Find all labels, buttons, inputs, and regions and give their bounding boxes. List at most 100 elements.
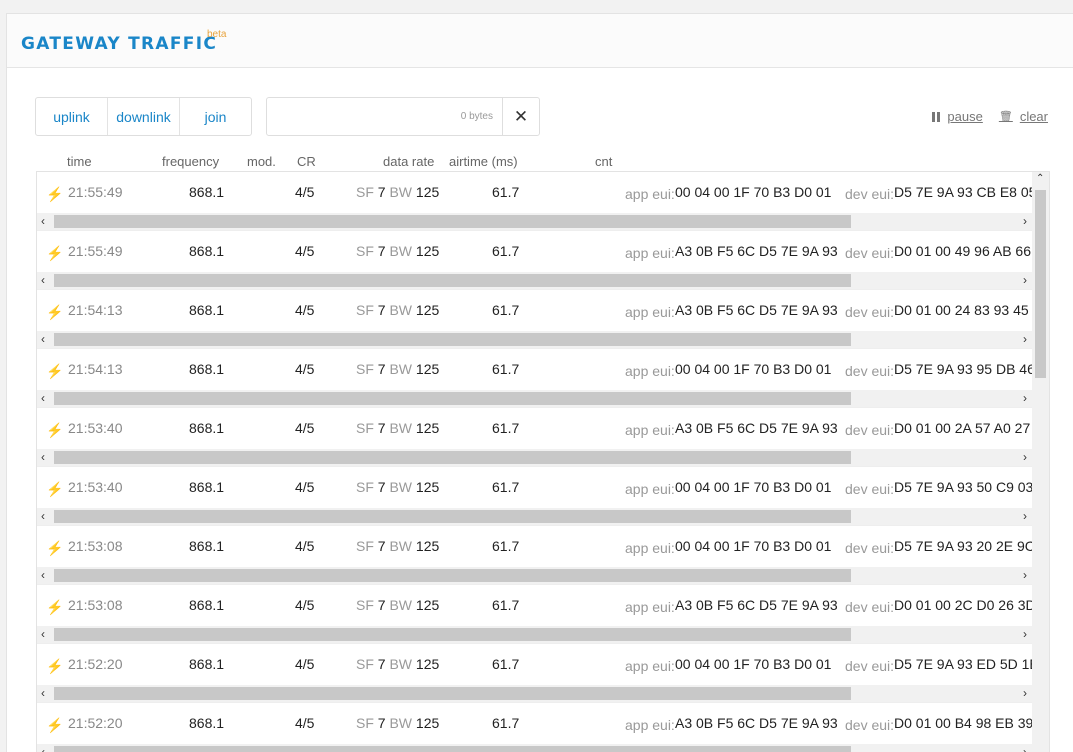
scroll-left-icon[interactable]: ‹ [41, 745, 45, 752]
scroll-left-icon[interactable]: ‹ [41, 391, 45, 405]
sf-value: 7 [377, 420, 386, 436]
horizontal-scroll-thumb[interactable] [54, 274, 851, 287]
row-data-rate: SF 7 BW 125 [356, 656, 439, 672]
row-airtime: 61.7 [492, 361, 520, 377]
row-time: 21:53:40 [68, 479, 123, 495]
scroll-right-icon[interactable]: › [1023, 273, 1027, 287]
horizontal-scrollbar[interactable]: ‹ › [37, 331, 1032, 348]
horizontal-scrollbar[interactable]: ‹ › [37, 449, 1032, 466]
horizontal-scroll-thumb[interactable] [54, 510, 851, 523]
traffic-row[interactable]: ⚡ 21:53:08 868.1 4/5 SF 7 BW 125 61.7 ap… [37, 526, 1049, 585]
traffic-list[interactable]: ⚡ 21:55:49 868.1 4/5 SF 7 BW 125 61.7 ap… [36, 171, 1050, 752]
scroll-left-icon[interactable]: ‹ [41, 686, 45, 700]
dev-eui-value: D5 7E 9A 93 20 2E 9C [894, 538, 1035, 554]
scroll-right-icon[interactable]: › [1023, 568, 1027, 582]
bw-value: 125 [415, 302, 440, 318]
traffic-row[interactable]: ⚡ 21:53:40 868.1 4/5 SF 7 BW 125 61.7 ap… [37, 408, 1049, 467]
bw-label: BW [389, 597, 413, 613]
app-eui-value: A3 0B F5 6C D5 7E 9A 93 [675, 597, 838, 613]
app-eui-value: 00 04 00 1F 70 B3 D0 01 [675, 538, 832, 554]
traffic-row[interactable]: ⚡ 21:52:20 868.1 4/5 SF 7 BW 125 61.7 ap… [37, 703, 1049, 752]
row-frequency: 868.1 [189, 302, 225, 318]
bw-value: 125 [415, 479, 440, 495]
row-airtime: 61.7 [492, 302, 520, 318]
dev-eui-label: dev eui: [845, 481, 895, 497]
horizontal-scroll-thumb[interactable] [54, 333, 851, 346]
sf-label: SF [356, 715, 374, 731]
horizontal-scrollbar[interactable]: ‹ › [37, 626, 1032, 643]
bolt-icon: ⚡ [46, 363, 64, 379]
horizontal-scroll-thumb[interactable] [54, 392, 851, 405]
sf-value: 7 [377, 715, 386, 731]
app-eui-label: app eui: [625, 422, 675, 438]
col-data-rate: data rate [383, 154, 435, 169]
traffic-row[interactable]: ⚡ 21:55:49 868.1 4/5 SF 7 BW 125 61.7 ap… [37, 172, 1049, 231]
sf-label: SF [356, 361, 374, 377]
scroll-right-icon[interactable]: › [1023, 332, 1027, 346]
scroll-right-icon[interactable]: › [1023, 391, 1027, 405]
scroll-right-icon[interactable]: › [1023, 450, 1027, 464]
traffic-filter-group: uplink downlink join [35, 97, 252, 136]
horizontal-scrollbar[interactable]: ‹ › [37, 567, 1032, 584]
scroll-left-icon[interactable]: ‹ [41, 627, 45, 641]
horizontal-scrollbar[interactable]: ‹ › [37, 508, 1032, 525]
horizontal-scroll-thumb[interactable] [54, 628, 851, 641]
traffic-row[interactable]: ⚡ 21:54:13 868.1 4/5 SF 7 BW 125 61.7 ap… [37, 349, 1049, 408]
panel-header: GATEWAY TRAFFIC beta [7, 14, 1073, 68]
filter-uplink-button[interactable]: uplink [36, 98, 108, 135]
scroll-right-icon[interactable]: › [1023, 214, 1027, 228]
app-eui-value: A3 0B F5 6C D5 7E 9A 93 [675, 302, 838, 318]
dev-eui-value: D0 01 00 2A 57 A0 27 [894, 420, 1031, 436]
scroll-left-icon[interactable]: ‹ [41, 214, 45, 228]
pause-button[interactable]: pause [932, 109, 983, 124]
horizontal-scrollbar[interactable]: ‹ › [37, 213, 1032, 230]
sf-value: 7 [377, 302, 386, 318]
bw-label: BW [389, 420, 413, 436]
traffic-row[interactable]: ⚡ 21:53:40 868.1 4/5 SF 7 BW 125 61.7 ap… [37, 467, 1049, 526]
traffic-row[interactable]: ⚡ 21:55:49 868.1 4/5 SF 7 BW 125 61.7 ap… [37, 231, 1049, 290]
row-frequency: 868.1 [189, 420, 225, 436]
scroll-left-icon[interactable]: ‹ [41, 273, 45, 287]
traffic-row[interactable]: ⚡ 21:52:20 868.1 4/5 SF 7 BW 125 61.7 ap… [37, 644, 1049, 703]
scroll-right-icon[interactable]: › [1023, 509, 1027, 523]
sf-label: SF [356, 597, 374, 613]
vertical-scrollbar[interactable]: ⌃ [1032, 172, 1049, 752]
horizontal-scrollbar[interactable]: ‹ › [37, 744, 1032, 752]
vertical-scroll-thumb[interactable] [1035, 190, 1046, 378]
clear-button[interactable]: 🗑 clear [999, 109, 1048, 124]
scroll-right-icon[interactable]: › [1023, 627, 1027, 641]
horizontal-scroll-thumb[interactable] [54, 451, 851, 464]
dev-eui-label: dev eui: [845, 186, 895, 202]
bolt-icon: ⚡ [46, 540, 64, 556]
horizontal-scrollbar[interactable]: ‹ › [37, 685, 1032, 702]
sf-value: 7 [377, 656, 386, 672]
bw-label: BW [389, 538, 413, 554]
scroll-right-icon[interactable]: › [1023, 745, 1027, 752]
col-airtime: airtime (ms) [449, 154, 518, 169]
horizontal-scroll-thumb[interactable] [54, 215, 851, 228]
traffic-row[interactable]: ⚡ 21:54:13 868.1 4/5 SF 7 BW 125 61.7 ap… [37, 290, 1049, 349]
horizontal-scroll-thumb[interactable] [54, 746, 851, 752]
horizontal-scrollbar[interactable]: ‹ › [37, 390, 1032, 407]
scroll-left-icon[interactable]: ‹ [41, 509, 45, 523]
app-eui-value: A3 0B F5 6C D5 7E 9A 93 [675, 243, 838, 259]
horizontal-scroll-thumb[interactable] [54, 569, 851, 582]
dev-eui-value: D0 01 00 B4 98 EB 39 [894, 715, 1034, 731]
bw-value: 125 [415, 184, 440, 200]
bw-value: 125 [415, 420, 440, 436]
traffic-row[interactable]: ⚡ 21:53:08 868.1 4/5 SF 7 BW 125 61.7 ap… [37, 585, 1049, 644]
traffic-controls: pause 🗑 clear [932, 109, 1048, 124]
row-frequency: 868.1 [189, 597, 225, 613]
filter-join-button[interactable]: join [180, 98, 251, 135]
scroll-up-icon[interactable]: ⌃ [1036, 173, 1044, 184]
filter-downlink-button[interactable]: downlink [108, 98, 180, 135]
scroll-right-icon[interactable]: › [1023, 686, 1027, 700]
scroll-left-icon[interactable]: ‹ [41, 568, 45, 582]
app-eui-value: 00 04 00 1F 70 B3 D0 01 [675, 479, 832, 495]
filter-input[interactable]: 0 bytes ✕ [266, 97, 540, 136]
scroll-left-icon[interactable]: ‹ [41, 332, 45, 346]
clear-filter-icon[interactable]: ✕ [502, 98, 539, 135]
scroll-left-icon[interactable]: ‹ [41, 450, 45, 464]
horizontal-scrollbar[interactable]: ‹ › [37, 272, 1032, 289]
horizontal-scroll-thumb[interactable] [54, 687, 851, 700]
